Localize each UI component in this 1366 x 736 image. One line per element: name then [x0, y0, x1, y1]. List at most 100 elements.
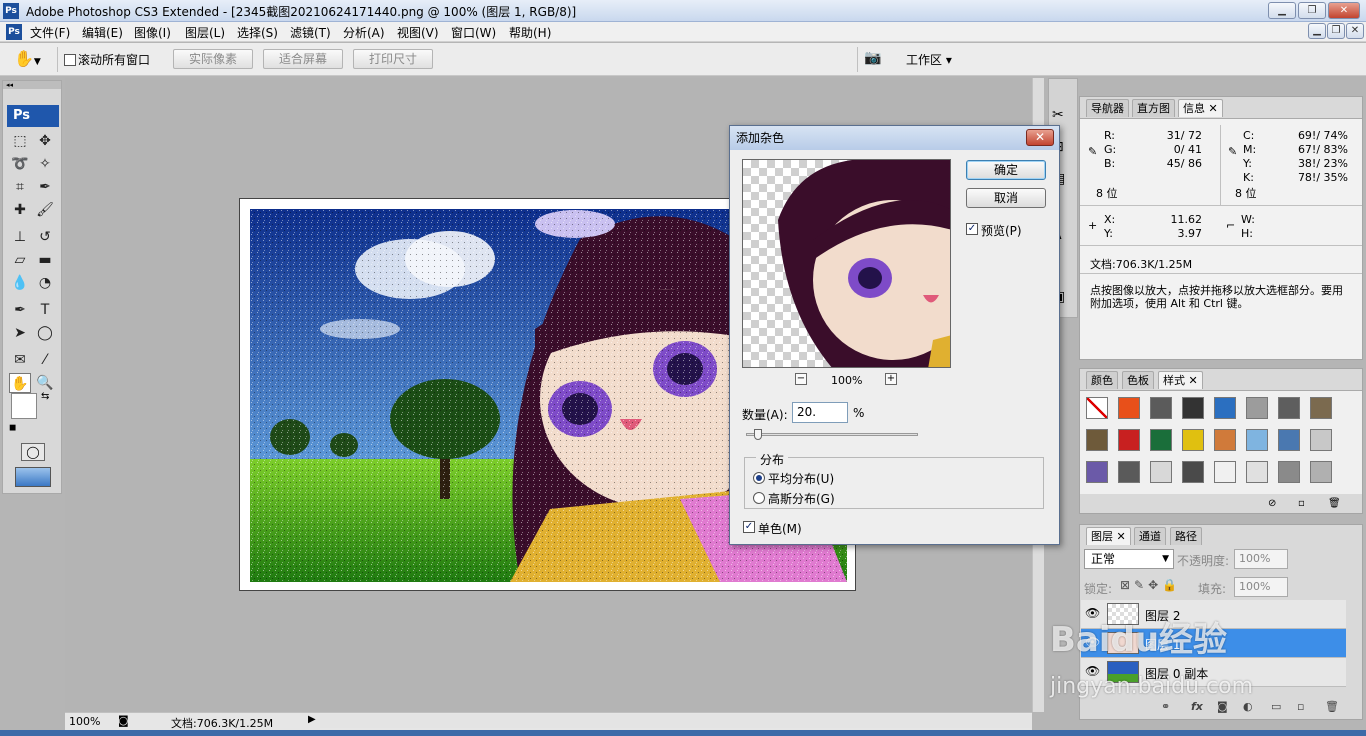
menu-view[interactable]: 视图(V): [397, 24, 439, 41]
menu-filter[interactable]: 滤镜(T): [290, 24, 331, 41]
type-icon[interactable]: T: [34, 300, 56, 320]
history-brush-icon[interactable]: ↺: [34, 227, 56, 247]
amount-slider-track[interactable]: [746, 433, 918, 436]
style-swatch[interactable]: [1118, 397, 1140, 419]
actual-pixels-button[interactable]: 实际像素: [173, 49, 253, 69]
style-swatch[interactable]: [1118, 429, 1140, 451]
menu-select[interactable]: 选择(S): [237, 24, 278, 41]
tab-info[interactable]: 信息 ✕: [1178, 99, 1223, 117]
link-layers-icon[interactable]: ⚭: [1161, 700, 1170, 713]
style-swatch[interactable]: [1246, 461, 1268, 483]
healing-icon[interactable]: ✚: [9, 200, 31, 220]
gradient-icon[interactable]: ▬: [34, 250, 56, 270]
bridge-icon[interactable]: 📷: [864, 50, 888, 68]
doc-restore-button[interactable]: ❐: [1327, 23, 1345, 39]
tab-channels[interactable]: 通道: [1134, 527, 1166, 545]
foreground-color[interactable]: [11, 393, 37, 419]
magic-wand-icon[interactable]: ✧: [34, 154, 56, 174]
print-size-button[interactable]: 打印尺寸: [353, 49, 433, 69]
style-swatch[interactable]: [1150, 461, 1172, 483]
brush-icon[interactable]: 🖌: [34, 200, 56, 220]
move-icon[interactable]: ✥: [34, 131, 56, 151]
stamp-icon[interactable]: ⊥: [9, 227, 31, 247]
style-swatch[interactable]: [1086, 397, 1108, 419]
new-layer-icon[interactable]: ▫: [1297, 700, 1304, 713]
cancel-button[interactable]: 取消: [966, 188, 1046, 208]
style-swatch[interactable]: [1246, 397, 1268, 419]
ok-button[interactable]: 确定: [966, 160, 1046, 180]
hand-icon[interactable]: ✋: [9, 373, 31, 393]
lasso-icon[interactable]: ➰: [9, 154, 31, 174]
workspace-menu[interactable]: 工作区 ▾: [906, 51, 952, 68]
style-swatch[interactable]: [1182, 429, 1204, 451]
swap-colors-icon[interactable]: ⇆: [41, 391, 49, 402]
maximize-button[interactable]: ❐: [1298, 2, 1326, 19]
adjustment-layer-icon[interactable]: ◐: [1243, 700, 1253, 713]
style-swatch[interactable]: [1278, 397, 1300, 419]
brushes-icon[interactable]: ✂: [1052, 107, 1064, 123]
style-swatch[interactable]: [1182, 461, 1204, 483]
style-swatch[interactable]: [1182, 397, 1204, 419]
zoom-out-button[interactable]: −: [795, 373, 807, 385]
dodge-icon[interactable]: ◔: [34, 273, 56, 293]
style-swatch[interactable]: [1278, 429, 1300, 451]
lock-icons[interactable]: ⊠✎✥🔒: [1120, 578, 1181, 592]
tab-navigator[interactable]: 导航器: [1086, 99, 1129, 117]
new-style-icon[interactable]: ▫: [1298, 498, 1305, 509]
delete-layer-icon[interactable]: 🗑: [1325, 700, 1339, 713]
fit-screen-button[interactable]: 适合屏幕: [263, 49, 343, 69]
ps-logo[interactable]: Ps: [7, 105, 59, 127]
menu-help[interactable]: 帮助(H): [509, 24, 551, 41]
pen-icon[interactable]: ✒: [9, 300, 31, 320]
crop-icon[interactable]: ⌗: [9, 177, 31, 197]
quick-mask-button[interactable]: ◯: [21, 443, 45, 461]
blur-icon[interactable]: 💧: [9, 273, 31, 293]
status-icon[interactable]: ◙: [118, 714, 129, 727]
screen-mode-button[interactable]: [15, 467, 51, 487]
style-swatch[interactable]: [1118, 461, 1140, 483]
amount-input[interactable]: 20.: [792, 402, 848, 423]
fill-input[interactable]: 100%: [1234, 577, 1288, 597]
style-swatch[interactable]: [1310, 461, 1332, 483]
clear-style-icon[interactable]: ⊘: [1268, 498, 1276, 509]
preview-checkbox[interactable]: ✓: [966, 223, 978, 235]
default-colors-icon[interactable]: ◼: [9, 423, 16, 433]
style-swatch[interactable]: [1214, 461, 1236, 483]
tab-styles[interactable]: 样式 ✕: [1158, 371, 1203, 389]
horizontal-scrollbar[interactable]: [320, 714, 1032, 728]
tab-histogram[interactable]: 直方图: [1132, 99, 1175, 117]
style-swatch[interactable]: [1150, 397, 1172, 419]
toolbox-grip[interactable]: ◂◂: [3, 81, 61, 89]
style-swatch[interactable]: [1214, 397, 1236, 419]
style-swatch[interactable]: [1150, 429, 1172, 451]
path-select-icon[interactable]: ➤: [9, 323, 31, 343]
style-swatch[interactable]: [1214, 429, 1236, 451]
gaussian-radio[interactable]: [753, 492, 765, 504]
tab-swatches[interactable]: 色板: [1122, 371, 1154, 389]
dialog-close-button[interactable]: ✕: [1026, 129, 1054, 146]
amount-slider-thumb[interactable]: [754, 429, 762, 440]
style-swatch[interactable]: [1278, 461, 1300, 483]
menu-window[interactable]: 窗口(W): [451, 24, 496, 41]
style-swatch[interactable]: [1310, 429, 1332, 451]
style-swatch[interactable]: [1086, 429, 1108, 451]
preview-pane[interactable]: [742, 159, 951, 368]
slice-icon[interactable]: ✒: [34, 177, 56, 197]
zoom-level[interactable]: 100%: [69, 715, 100, 728]
zoom-icon[interactable]: 🔍: [34, 373, 56, 393]
doc-minimize-button[interactable]: ▁: [1308, 23, 1326, 39]
add-mask-icon[interactable]: ◙: [1217, 700, 1228, 713]
menu-analysis[interactable]: 分析(A): [343, 24, 385, 41]
tab-paths[interactable]: 路径: [1170, 527, 1202, 545]
opacity-input[interactable]: 100%: [1234, 549, 1288, 569]
doc-close-button[interactable]: ✕: [1346, 23, 1364, 39]
menu-edit[interactable]: 编辑(E): [82, 24, 123, 41]
uniform-radio[interactable]: [753, 472, 765, 484]
tab-color[interactable]: 颜色: [1086, 371, 1118, 389]
monochromatic-checkbox[interactable]: ✓: [743, 521, 755, 533]
status-menu-arrow[interactable]: ▶: [308, 714, 316, 725]
new-group-icon[interactable]: ▭: [1271, 700, 1281, 713]
delete-style-icon[interactable]: 🗑: [1328, 498, 1341, 509]
hand-icon[interactable]: ✋▼: [14, 49, 50, 69]
blend-mode-select[interactable]: 正常 ▼: [1084, 549, 1174, 569]
